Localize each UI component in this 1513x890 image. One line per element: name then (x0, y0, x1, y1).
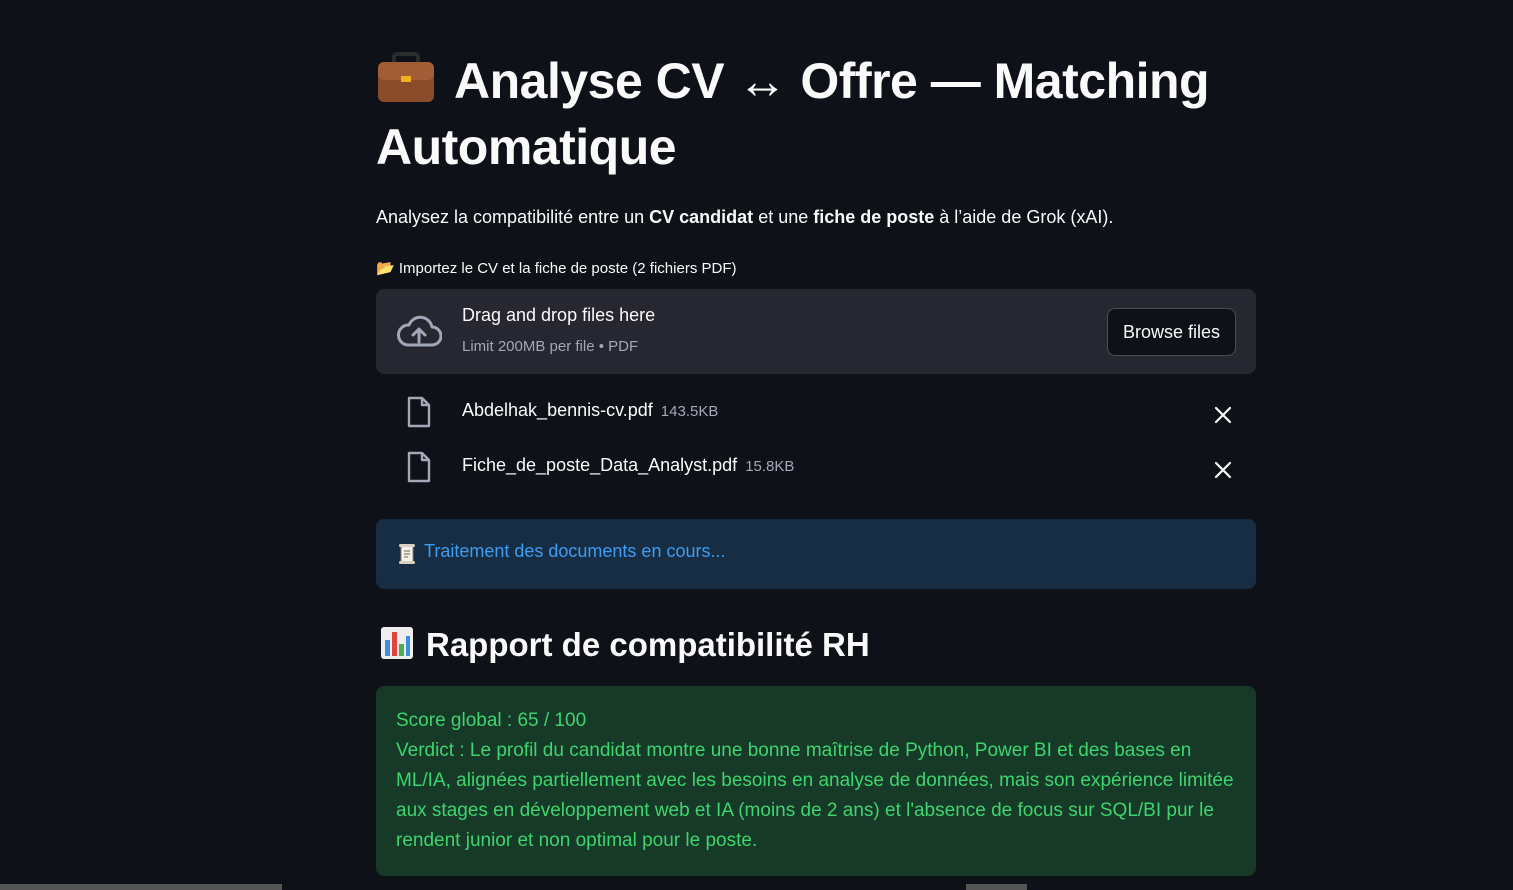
file-size: 15.8KB (745, 458, 795, 475)
page-title: Analyse CV ↔ Offre — Matching Automatiqu… (376, 48, 1256, 180)
file-name: Fiche_de_poste_Data_Analyst.pdf (462, 455, 738, 475)
close-icon[interactable] (1212, 404, 1234, 426)
file-name: Abdelhak_bennis-cv.pdf (462, 400, 653, 420)
dropzone-limit: Limit 200MB per file • PDF (462, 338, 639, 355)
page-title-text: Analyse CV ↔ Offre — Matching Automatiqu… (376, 53, 1210, 175)
report-heading: Rapport de compatibilité RH (380, 622, 870, 668)
info-alert: Traitement des documents en cours... (376, 519, 1256, 589)
scroll-icon (399, 544, 415, 564)
uploader-label: 📂 Importez le CV et la fiche de poste (2… (376, 260, 737, 277)
file-size: 143.5KB (660, 403, 719, 420)
intro-part-2: et une (753, 207, 814, 227)
uploaded-file-row: Abdelhak_bennis-cv.pdf 143.5KB (376, 392, 1256, 432)
file-icon (407, 396, 431, 428)
report-title: Rapport de compatibilité RH (426, 626, 870, 663)
verdict-text: Verdict : Le profil du candidat montre u… (396, 740, 1234, 851)
info-message: Traitement des documents en cours... (424, 541, 726, 561)
uploaded-file-row: Fiche_de_poste_Data_Analyst.pdf 15.8KB (376, 447, 1256, 487)
intro-text: Analysez la compatibilité entre un CV ca… (376, 204, 1113, 230)
horizontal-scrollbar-thumb-secondary[interactable] (966, 884, 1027, 890)
intro-bold-cv: CV candidat (649, 207, 754, 227)
file-dropzone[interactable]: Drag and drop files here Limit 200MB per… (376, 289, 1256, 374)
horizontal-scrollbar-thumb[interactable] (0, 884, 282, 890)
score-line: Score global : 65 / 100 (396, 710, 587, 731)
success-alert: Score global : 65 / 100 Verdict : Le pro… (376, 686, 1256, 876)
briefcase-icon (378, 52, 434, 102)
intro-part-3: à l’aide de Grok (xAI). (934, 207, 1114, 227)
intro-bold-fiche: fiche de poste (813, 207, 935, 227)
dropzone-instructions: Drag and drop files here (462, 305, 656, 325)
browse-files-button[interactable]: Browse files (1106, 308, 1236, 356)
intro-part-1: Analysez la compatibilité entre un (376, 207, 650, 227)
cloud-upload-icon (397, 315, 442, 347)
report-result: Score global : 65 / 100 Verdict : Le pro… (396, 706, 1241, 856)
close-icon[interactable] (1212, 459, 1234, 481)
file-icon (407, 451, 431, 483)
file-info: Abdelhak_bennis-cv.pdf 143.5KB (462, 400, 718, 421)
file-info: Fiche_de_poste_Data_Analyst.pdf 15.8KB (462, 455, 794, 476)
bar-chart-icon (381, 627, 413, 659)
